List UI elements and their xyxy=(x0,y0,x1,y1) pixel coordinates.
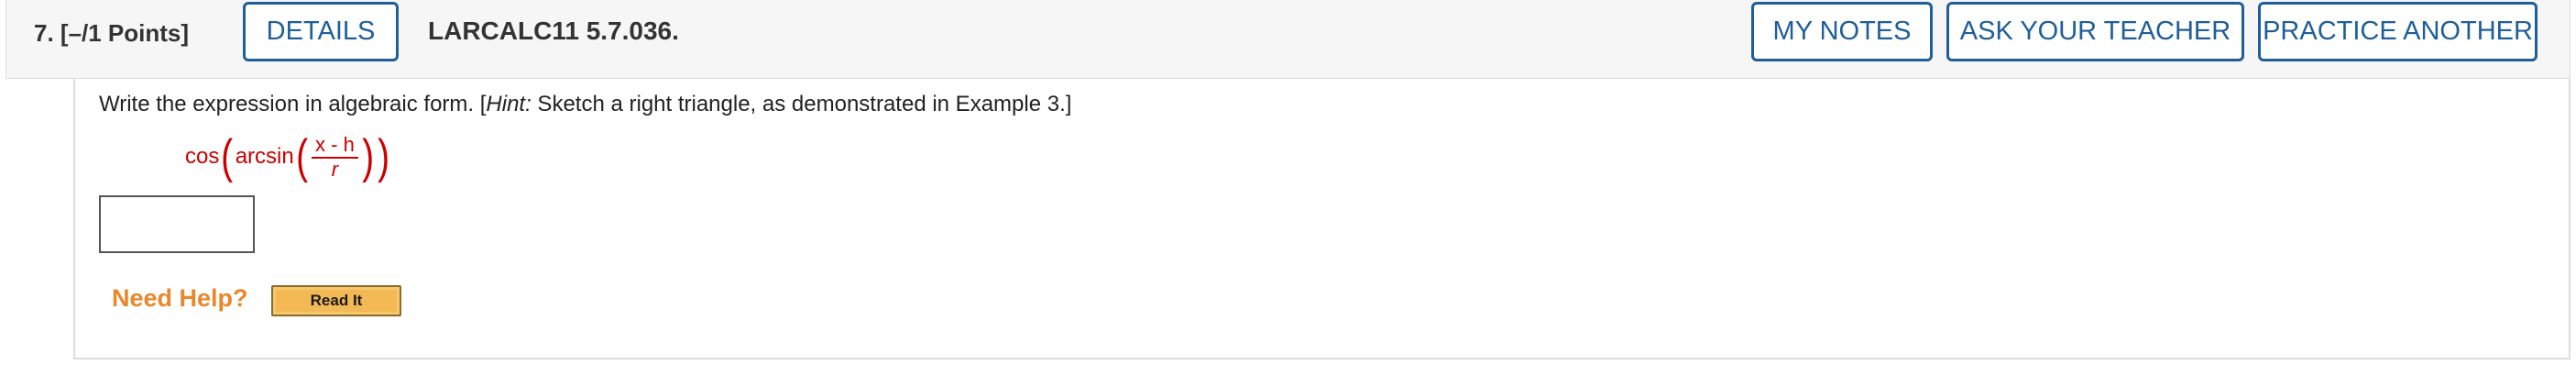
cos-function: cos xyxy=(185,144,220,169)
arcsin-function: arcsin xyxy=(235,144,294,169)
question-number: 7. [–/1 Points] xyxy=(34,19,190,47)
my-notes-button[interactable]: MY NOTES xyxy=(1751,2,1933,61)
ask-your-teacher-button[interactable]: ASK YOUR TEACHER xyxy=(1946,2,2244,61)
practice-another-button[interactable]: PRACTICE ANOTHER xyxy=(2258,2,2538,61)
fraction-denominator: r xyxy=(331,158,339,181)
question-prompt: Write the expression in algebraic form. … xyxy=(99,92,1071,117)
details-button[interactable]: DETAILS xyxy=(243,2,399,61)
read-it-button[interactable]: Read It xyxy=(271,285,401,316)
close-paren-outer: ) xyxy=(378,130,390,183)
need-help-label: Need Help? xyxy=(112,284,248,312)
hint-label: Hint: xyxy=(486,92,532,116)
math-expression: cos ( arcsin ( x - h r ) ) xyxy=(185,125,392,189)
prompt-text-start: Write the expression in algebraic form. … xyxy=(99,92,487,116)
fraction-numerator: x - h xyxy=(312,133,358,159)
answer-input[interactable] xyxy=(99,195,255,253)
prompt-text-end: Sketch a right triangle, as demonstrated… xyxy=(531,92,1072,116)
question-header: 7. [–/1 Points] DETAILS LARCALC11 5.7.03… xyxy=(5,0,2571,79)
question-code: LARCALC11 5.7.036. xyxy=(428,17,679,45)
question-body: Write the expression in algebraic form. … xyxy=(73,79,2571,359)
open-paren-inner: ( xyxy=(295,130,308,183)
open-paren-outer: ( xyxy=(221,130,234,183)
fraction: x - h r xyxy=(312,133,358,181)
close-paren-inner: ) xyxy=(362,130,375,183)
